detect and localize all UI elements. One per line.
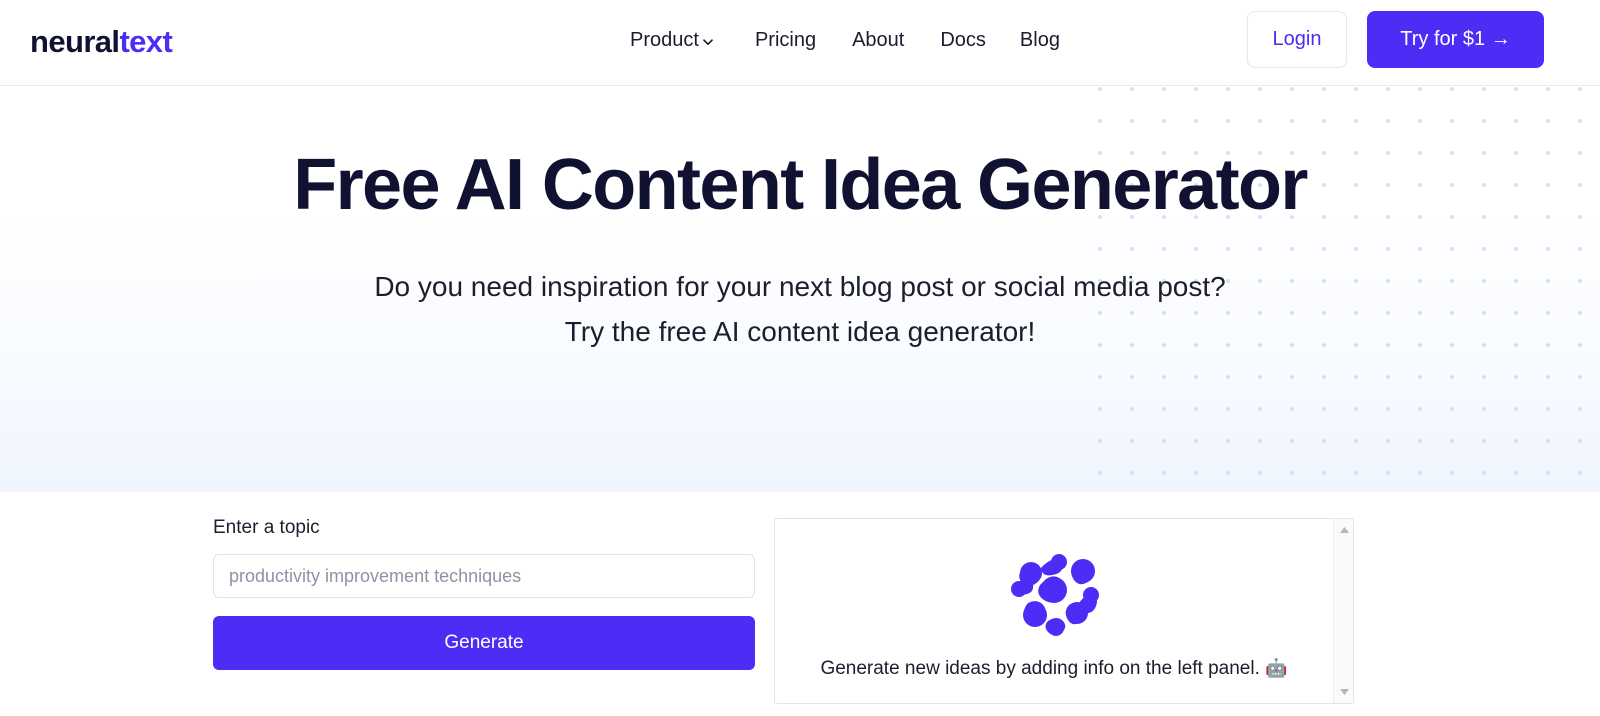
- hero-subtitle-line-2: Try the free AI content idea generator!: [564, 316, 1036, 347]
- generator-input-panel: Enter a topic Generate: [213, 515, 755, 670]
- logo-text-neural: neural: [30, 24, 120, 59]
- nav-item-blog-label: Blog: [1019, 29, 1060, 51]
- hero-subtitle-line-1: Do you need inspiration for your next bl…: [374, 271, 1226, 302]
- main-nav: Product Pricing About Docs Blog: [630, 24, 1060, 56]
- scrollbar-up-arrow-icon[interactable]: [1334, 521, 1353, 539]
- login-button[interactable]: Login: [1247, 11, 1347, 68]
- neuraltext-nodes-icon: [1001, 541, 1107, 641]
- logo[interactable]: neuraltext: [30, 20, 173, 64]
- topic-field-label: Enter a topic: [213, 517, 320, 538]
- nav-item-docs-label: Docs: [940, 29, 986, 51]
- hero-section: Free AI Content Idea Generator Do you ne…: [0, 87, 1600, 492]
- nav-item-docs[interactable]: Docs: [940, 24, 1020, 56]
- topic-input[interactable]: [213, 554, 755, 598]
- try-for-1-dollar-button[interactable]: Try for $1 →: [1367, 11, 1544, 68]
- scrollbar-down-arrow-icon[interactable]: [1334, 683, 1353, 701]
- site-header: neuraltext Product Pricing About Docs Bl…: [0, 0, 1600, 86]
- results-empty-message: Generate new ideas by adding info on the…: [820, 655, 1287, 682]
- page-root: neuraltext Product Pricing About Docs Bl…: [0, 0, 1600, 716]
- results-empty-message-text: Generate new ideas by adding info on the…: [820, 657, 1260, 679]
- hero-subtitle: Do you need inspiration for your next bl…: [0, 264, 1600, 354]
- generator-section: Enter a topic Generate: [0, 492, 1600, 716]
- results-scrollbar[interactable]: [1333, 519, 1353, 703]
- page-title: Free AI Content Idea Generator: [293, 145, 1308, 225]
- nav-item-about[interactable]: About: [852, 24, 940, 56]
- generate-button[interactable]: Generate: [213, 616, 755, 670]
- nav-item-product[interactable]: Product: [630, 24, 755, 56]
- results-empty-state: Generate new ideas by adding info on the…: [775, 519, 1333, 703]
- nav-item-pricing[interactable]: Pricing: [755, 24, 852, 56]
- generator-results-panel: Generate new ideas by adding info on the…: [774, 518, 1354, 704]
- hero-content: Free AI Content Idea Generator Do you ne…: [0, 142, 1600, 354]
- chevron-down-icon: [701, 35, 715, 49]
- nav-item-product-label: Product: [630, 29, 699, 51]
- nav-item-about-label: About: [852, 29, 905, 51]
- robot-icon: 🤖: [1265, 657, 1288, 678]
- logo-text-text: text: [119, 24, 173, 59]
- nav-item-blog[interactable]: Blog: [1020, 24, 1060, 56]
- nav-item-pricing-label: Pricing: [754, 29, 817, 51]
